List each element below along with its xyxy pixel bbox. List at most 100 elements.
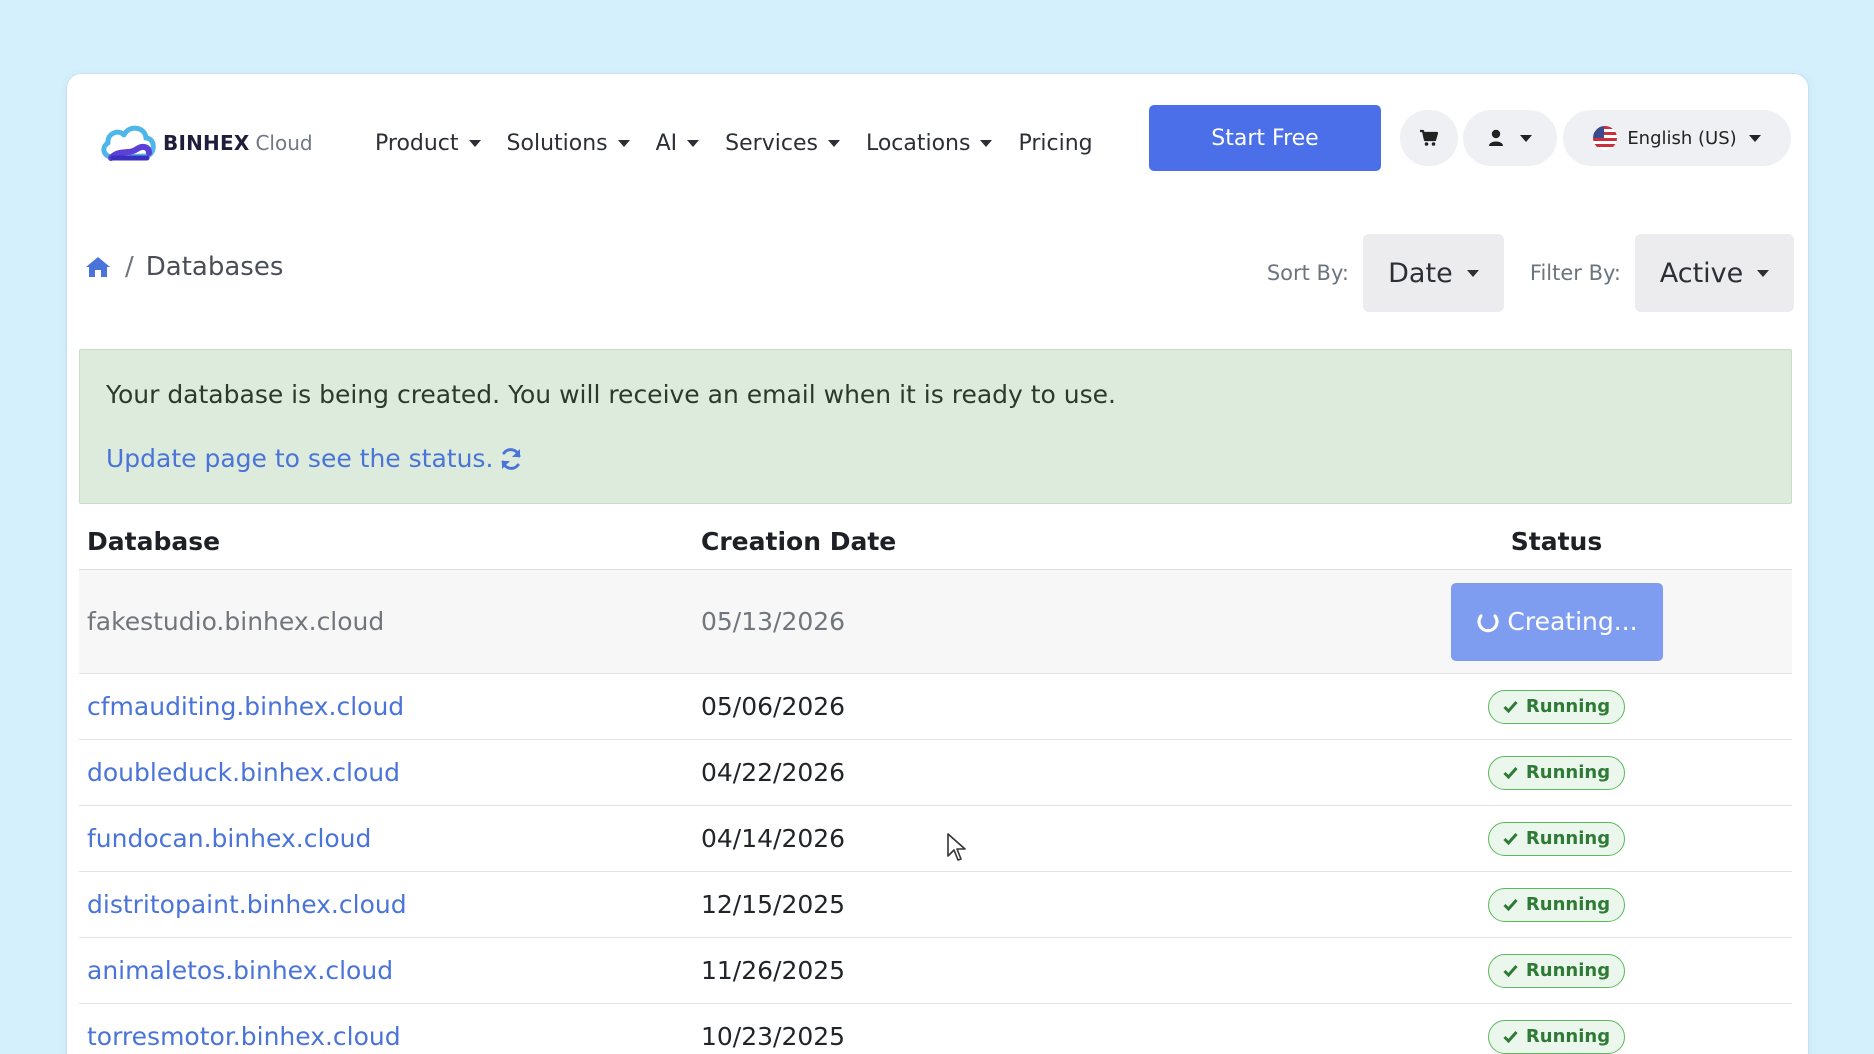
refresh-icon bbox=[501, 447, 521, 470]
caret-down-icon bbox=[468, 139, 481, 147]
status-label: Running bbox=[1525, 894, 1611, 915]
cart-icon bbox=[1420, 129, 1439, 146]
creation-date: 11/26/2025 bbox=[701, 956, 846, 985]
menu-services[interactable]: Services bbox=[725, 131, 840, 156]
table-row: torresmotor.binhex.cloud 10/23/2025 Runn… bbox=[79, 1004, 1792, 1054]
databases-table: Database Creation Date Status fakestudio… bbox=[79, 514, 1792, 1054]
check-icon bbox=[1503, 899, 1518, 911]
check-icon bbox=[1503, 1031, 1518, 1043]
home-icon[interactable] bbox=[85, 256, 111, 278]
caret-down-icon bbox=[687, 139, 700, 147]
breadcrumb-current: Databases bbox=[145, 252, 284, 282]
caret-down-icon bbox=[617, 139, 630, 147]
refresh-status-label: Update page to see the status. bbox=[106, 444, 494, 473]
check-icon bbox=[1503, 965, 1518, 977]
database-link[interactable]: doubleduck.binhex.cloud bbox=[87, 758, 400, 787]
menu-pricing[interactable]: Pricing bbox=[1018, 131, 1092, 156]
status-label: Running bbox=[1525, 696, 1611, 717]
menu-solutions-label: Solutions bbox=[506, 130, 608, 156]
main-card: BINHEX Cloud Product Solutions AI Servic… bbox=[67, 74, 1808, 1054]
sort-by-label: Sort By: bbox=[1266, 261, 1349, 285]
caret-down-icon bbox=[1748, 134, 1761, 142]
menu-locations-label: Locations bbox=[865, 130, 971, 156]
status-label: Running bbox=[1525, 1026, 1611, 1047]
check-icon bbox=[1503, 767, 1518, 779]
status-badge: Running bbox=[1487, 755, 1626, 790]
database-link[interactable]: fundocan.binhex.cloud bbox=[87, 824, 371, 853]
database-link[interactable]: cfmauditing.binhex.cloud bbox=[87, 692, 404, 721]
sort-by-dropdown[interactable]: Date bbox=[1362, 234, 1504, 312]
main-menu: Product Solutions AI Services Locations … bbox=[375, 126, 1119, 160]
menu-ai[interactable]: AI bbox=[656, 131, 700, 156]
creation-date: 04/22/2026 bbox=[701, 758, 846, 787]
status-badge: Running bbox=[1487, 1019, 1626, 1054]
caret-down-icon bbox=[1466, 269, 1479, 277]
table-row: fundocan.binhex.cloud 04/14/2026 Running bbox=[79, 806, 1792, 872]
caret-down-icon bbox=[1757, 269, 1770, 277]
header-status: Status bbox=[1510, 527, 1603, 556]
creation-date: 05/13/2026 bbox=[701, 607, 846, 636]
menu-locations[interactable]: Locations bbox=[866, 131, 993, 156]
filter-by-value: Active bbox=[1659, 257, 1744, 289]
status-badge: Running bbox=[1487, 953, 1626, 988]
brand-name: BINHEX bbox=[163, 131, 250, 155]
caret-down-icon bbox=[980, 139, 993, 147]
creating-status-button: Creating... bbox=[1450, 582, 1663, 661]
filter-by-label: Filter By: bbox=[1529, 261, 1621, 285]
status-label: Running bbox=[1525, 762, 1611, 783]
language-selector[interactable]: English (US) bbox=[1563, 110, 1791, 166]
database-link[interactable]: animaletos.binhex.cloud bbox=[87, 956, 393, 985]
creation-date: 05/06/2026 bbox=[701, 692, 846, 721]
header-creation-date: Creation Date bbox=[701, 527, 897, 556]
us-flag-icon bbox=[1593, 126, 1618, 150]
check-icon bbox=[1503, 833, 1518, 845]
status-label: Running bbox=[1525, 828, 1611, 849]
menu-services-label: Services bbox=[725, 130, 818, 156]
table-row: cfmauditing.binhex.cloud 05/06/2026 Runn… bbox=[79, 674, 1792, 740]
status-badge: Running bbox=[1487, 887, 1626, 922]
filter-by-dropdown[interactable]: Active bbox=[1635, 234, 1794, 312]
caret-down-icon bbox=[1520, 134, 1532, 142]
table-row: animaletos.binhex.cloud 11/26/2025 Runni… bbox=[79, 938, 1792, 1004]
table-row: distritopaint.binhex.cloud 12/15/2025 Ru… bbox=[79, 872, 1792, 938]
start-free-button[interactable]: Start Free bbox=[1149, 105, 1381, 171]
header-database: Database bbox=[87, 527, 221, 556]
language-label: English (US) bbox=[1627, 127, 1737, 149]
menu-solutions[interactable]: Solutions bbox=[507, 131, 630, 156]
check-icon bbox=[1503, 701, 1518, 713]
top-navbar: BINHEX Cloud Product Solutions AI Servic… bbox=[67, 74, 1808, 204]
cart-button[interactable] bbox=[1400, 110, 1458, 166]
table-row: fakestudio.binhex.cloud 05/13/2026 Creat… bbox=[79, 570, 1792, 674]
brand-sub: Cloud bbox=[255, 131, 313, 155]
logo[interactable]: BINHEX Cloud bbox=[99, 117, 313, 169]
creation-date: 12/15/2025 bbox=[701, 890, 846, 919]
creation-date: 10/23/2025 bbox=[701, 1022, 846, 1051]
database-name: fakestudio.binhex.cloud bbox=[87, 607, 385, 636]
user-icon bbox=[1489, 129, 1503, 146]
mouse-cursor-icon bbox=[947, 833, 966, 861]
breadcrumb-separator: / bbox=[125, 252, 134, 282]
creation-date: 04/14/2026 bbox=[701, 824, 846, 853]
status-badge: Running bbox=[1487, 689, 1626, 724]
table-header: Database Creation Date Status bbox=[79, 514, 1792, 570]
refresh-status-link[interactable]: Update page to see the status. bbox=[106, 444, 523, 473]
caret-down-icon bbox=[827, 139, 840, 147]
status-label: Running bbox=[1525, 960, 1611, 981]
status-cell: Creating... bbox=[1321, 582, 1792, 661]
menu-product[interactable]: Product bbox=[375, 131, 481, 156]
creating-status-label: Creating... bbox=[1507, 607, 1638, 636]
spinner-icon bbox=[1477, 613, 1499, 632]
sort-by-value: Date bbox=[1388, 257, 1453, 289]
breadcrumb: / Databases bbox=[85, 252, 283, 282]
alert-message: Your database is being created. You will… bbox=[106, 380, 1116, 409]
menu-product-label: Product bbox=[375, 130, 459, 156]
cloud-logo-icon bbox=[101, 125, 156, 161]
sort-filter-bar: Sort By: Date Filter By: Active bbox=[1267, 234, 1794, 312]
database-link[interactable]: distritopaint.binhex.cloud bbox=[87, 890, 407, 919]
menu-pricing-label: Pricing bbox=[1018, 130, 1093, 156]
table-row: doubleduck.binhex.cloud 04/22/2026 Runni… bbox=[79, 740, 1792, 806]
success-alert: Your database is being created. You will… bbox=[79, 349, 1792, 504]
status-badge: Running bbox=[1487, 821, 1626, 856]
user-menu-button[interactable] bbox=[1463, 110, 1557, 166]
database-link[interactable]: torresmotor.binhex.cloud bbox=[87, 1022, 401, 1051]
